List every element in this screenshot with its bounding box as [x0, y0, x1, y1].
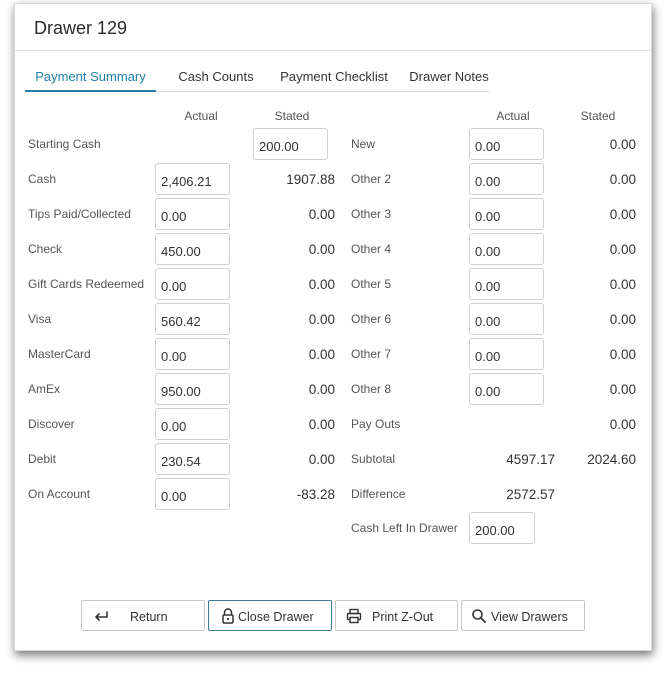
other-3-actual-field[interactable]: 0.00	[469, 198, 544, 230]
check-label: Check	[28, 242, 63, 256]
other-3-label: Other 3	[351, 207, 392, 221]
mastercard-actual-field[interactable]: 0.00	[155, 338, 230, 370]
other-5-label: Other 5	[351, 277, 392, 291]
other-4-actual-field[interactable]: 0.00	[469, 233, 544, 265]
cash-actual-field[interactable]: 2,406.21	[155, 163, 230, 195]
starting-cash-label: Starting Cash	[28, 137, 101, 151]
return-button-label: Return	[130, 610, 168, 624]
cash-label: Cash	[28, 172, 57, 186]
on-account-actual-field[interactable]: 0.00	[155, 478, 230, 510]
lock-icon	[219, 607, 237, 625]
subtotal-label: Subtotal	[351, 452, 396, 466]
gift-cards-actual-field[interactable]: 0.00	[155, 268, 230, 300]
debit-label: Debit	[28, 452, 57, 466]
other-6-actual-field[interactable]: 0.00	[469, 303, 544, 335]
gift-cards-label: Gift Cards Redeemed	[28, 277, 145, 291]
tips-label: Tips Paid/Collected	[28, 207, 131, 221]
discover-actual-field[interactable]: 0.00	[155, 408, 230, 440]
gift-cards-stated-value: 0.00	[308, 277, 335, 292]
check-actual-field[interactable]: 450.00	[155, 233, 230, 265]
visa-label: Visa	[28, 312, 52, 326]
on-account-stated-value: -83.28	[296, 487, 335, 502]
amex-label: AmEx	[28, 382, 61, 396]
title-divider	[15, 50, 651, 51]
close-drawer-button-label: Close Drawer	[238, 610, 314, 624]
mastercard-stated-value: 0.00	[308, 347, 335, 362]
other-8-label: Other 8	[351, 382, 392, 396]
on-account-label: On Account	[28, 487, 91, 501]
amex-actual-field[interactable]: 950.00	[155, 373, 230, 405]
mastercard-label: MasterCard	[28, 347, 91, 361]
other-7-actual-field[interactable]: 0.00	[469, 338, 544, 370]
return-button[interactable]: Return	[81, 600, 205, 631]
other-8-actual-field[interactable]: 0.00	[469, 373, 544, 405]
subtotal-stated-value: 2024.60	[587, 452, 636, 467]
right-actual-header: Actual	[496, 109, 530, 123]
tab-cash-counts[interactable]: Cash Counts	[163, 62, 269, 92]
pay-outs-label: Pay Outs	[351, 417, 401, 431]
discover-stated-value: 0.00	[308, 417, 335, 432]
cash-stated-value: 1907.88	[286, 172, 335, 187]
new-label: New	[351, 137, 376, 151]
other-7-stated-value: 0.00	[609, 347, 636, 362]
other-5-actual-field[interactable]: 0.00	[469, 268, 544, 300]
other-4-label: Other 4	[351, 242, 392, 256]
difference-label: Difference	[351, 487, 406, 501]
drawer-dialog: Drawer 129 Payment Summary Cash Counts P…	[14, 3, 652, 651]
tips-stated-value: 0.00	[308, 207, 335, 222]
return-arrow-icon	[92, 607, 110, 625]
tab-bar: Payment Summary Cash Counts Payment Chec…	[25, 62, 489, 92]
left-actual-header: Actual	[184, 109, 218, 123]
other-4-stated-value: 0.00	[609, 242, 636, 257]
other-7-label: Other 7	[351, 347, 392, 361]
search-icon	[470, 607, 488, 625]
amex-stated-value: 0.00	[308, 382, 335, 397]
other-2-stated-value: 0.00	[609, 172, 636, 187]
other-2-label: Other 2	[351, 172, 392, 186]
other-6-label: Other 6	[351, 312, 392, 326]
discover-label: Discover	[28, 417, 75, 431]
tab-payment-checklist[interactable]: Payment Checklist	[271, 62, 397, 92]
starting-cash-field[interactable]: 200.00	[253, 128, 328, 160]
visa-stated-value: 0.00	[308, 312, 335, 327]
other-3-stated-value: 0.00	[609, 207, 636, 222]
other-6-stated-value: 0.00	[609, 312, 636, 327]
view-drawers-button[interactable]: View Drawers	[461, 600, 585, 631]
tab-drawer-notes[interactable]: Drawer Notes	[401, 62, 497, 92]
debit-stated-value: 0.00	[308, 452, 335, 467]
other-2-actual-field[interactable]: 0.00	[469, 163, 544, 195]
difference-actual-value: 2572.57	[506, 487, 555, 502]
left-stated-header: Stated	[274, 109, 310, 123]
print-zout-button-label: Print Z-Out	[372, 610, 434, 624]
pay-outs-stated-value: 0.00	[609, 417, 636, 432]
subtotal-actual-value: 4597.17	[506, 452, 555, 467]
debit-actual-field[interactable]: 230.54	[155, 443, 230, 475]
cash-left-label: Cash Left In Drawer	[351, 521, 458, 535]
printer-icon	[345, 607, 363, 625]
check-stated-value: 0.00	[308, 242, 335, 257]
new-stated-value: 0.00	[609, 137, 636, 152]
visa-actual-field[interactable]: 560.42	[155, 303, 230, 335]
new-actual-field[interactable]: 0.00	[469, 128, 544, 160]
view-drawers-button-label: View Drawers	[491, 610, 568, 624]
other-8-stated-value: 0.00	[609, 382, 636, 397]
tab-payment-summary[interactable]: Payment Summary	[25, 62, 156, 92]
tips-actual-field[interactable]: 0.00	[155, 198, 230, 230]
right-stated-header: Stated	[580, 109, 616, 123]
print-zout-button[interactable]: Print Z-Out	[335, 600, 458, 631]
other-5-stated-value: 0.00	[609, 277, 636, 292]
dialog-title: Drawer 129	[34, 18, 128, 38]
close-drawer-button[interactable]: Close Drawer	[208, 600, 332, 631]
cash-left-field[interactable]: 200.00	[469, 512, 535, 544]
